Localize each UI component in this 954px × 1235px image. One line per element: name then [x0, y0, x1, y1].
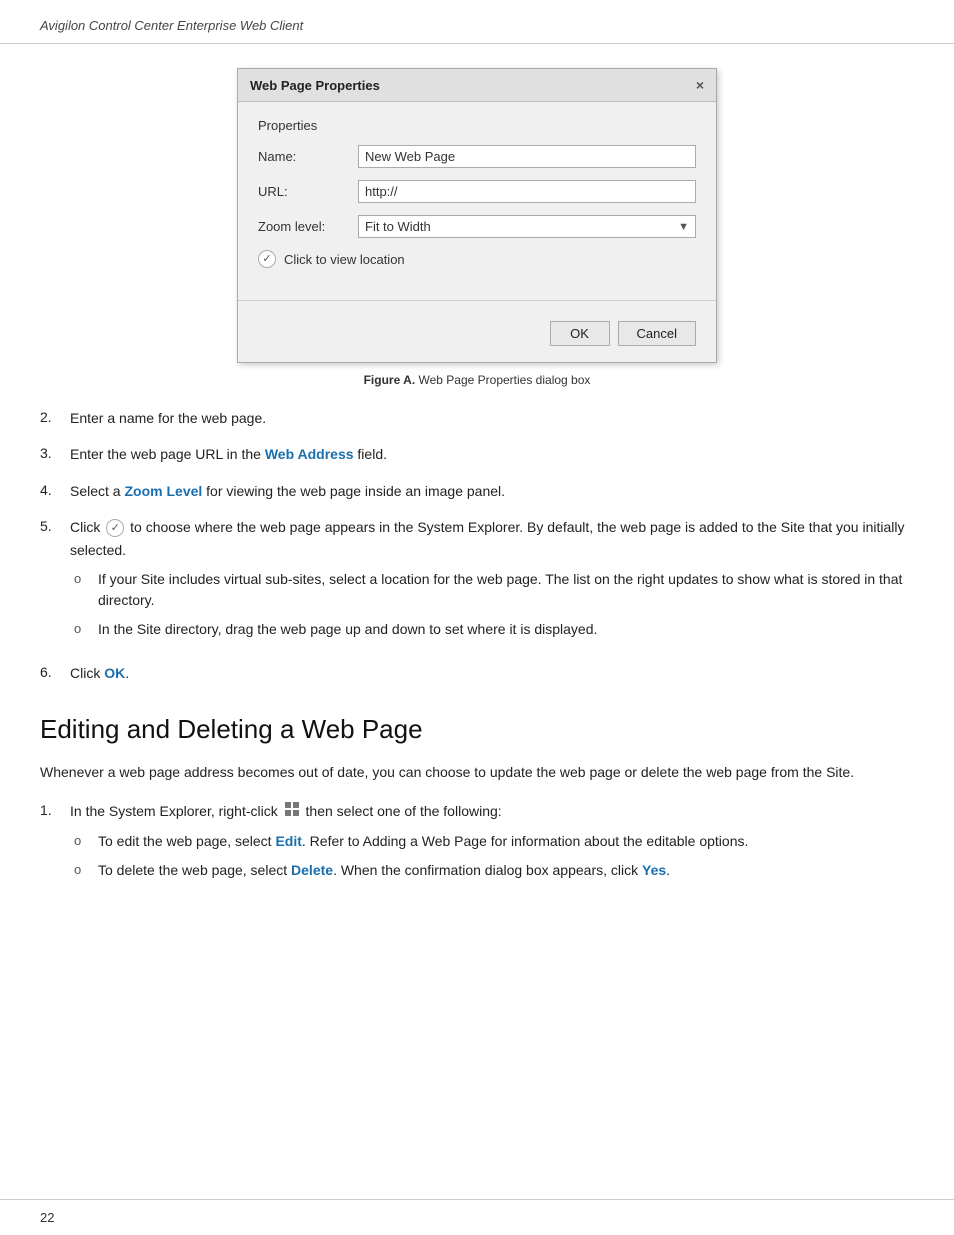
dialog-title: Web Page Properties [250, 78, 380, 93]
steps-list: 2. Enter a name for the web page. 3. Ent… [40, 407, 914, 684]
dialog-separator [238, 300, 716, 301]
step-3-num: 3. [40, 443, 70, 465]
section-sub-bullet-2: o [70, 860, 98, 881]
dialog-wrapper: Web Page Properties × Properties Name: U… [40, 68, 914, 363]
section-step-1: 1. In the System Explorer, right-click t… [40, 800, 914, 889]
delete-link[interactable]: Delete [291, 862, 333, 878]
step-5-content: Click ✓ to choose where the web page app… [70, 516, 914, 648]
name-field-row: Name: [258, 145, 696, 168]
step-5-sublist: o If your Site includes virtual sub-site… [70, 569, 914, 640]
url-label: URL: [258, 184, 358, 199]
location-row: ✓ Click to view location [258, 250, 696, 268]
step-2: 2. Enter a name for the web page. [40, 407, 914, 429]
name-input[interactable] [358, 145, 696, 168]
section-sub-2: o To delete the web page, select Delete.… [70, 860, 914, 881]
page-number: 22 [40, 1210, 54, 1225]
name-label: Name: [258, 149, 358, 164]
step-6: 6. Click OK. [40, 662, 914, 684]
section-intro: Whenever a web page address becomes out … [40, 761, 914, 783]
figure-caption-prefix: Figure A. [364, 373, 416, 387]
page-footer: 22 [0, 1199, 954, 1235]
section-sub-2-content: To delete the web page, select Delete. W… [98, 860, 914, 881]
zoom-level-link[interactable]: Zoom Level [124, 483, 202, 499]
step-4-num: 4. [40, 480, 70, 502]
main-content: Web Page Properties × Properties Name: U… [0, 44, 954, 943]
step-2-num: 2. [40, 407, 70, 429]
url-input[interactable] [358, 180, 696, 203]
url-field-row: URL: [258, 180, 696, 203]
cancel-button[interactable]: Cancel [618, 321, 696, 346]
step-3: 3. Enter the web page URL in the Web Add… [40, 443, 914, 465]
step-3-content: Enter the web page URL in the Web Addres… [70, 443, 914, 465]
chevron-circle-icon[interactable]: ✓ [106, 519, 124, 537]
dropdown-arrow-icon: ▼ [678, 221, 689, 233]
grid-icon [284, 801, 300, 823]
section-step-1-sublist: o To edit the web page, select Edit. Ref… [70, 831, 914, 881]
zoom-field-row: Zoom level: Fit to Width ▼ [258, 215, 696, 238]
step-2-content: Enter a name for the web page. [70, 407, 914, 429]
zoom-select[interactable]: Fit to Width ▼ [358, 215, 696, 238]
dialog-box: Web Page Properties × Properties Name: U… [237, 68, 717, 363]
sub-bullet-1: o [70, 569, 98, 611]
ok-button[interactable]: OK [550, 321, 610, 346]
step-5-sub-2: o In the Site directory, drag the web pa… [70, 619, 914, 640]
edit-link[interactable]: Edit [275, 833, 301, 849]
location-chevron-icon[interactable]: ✓ [258, 250, 276, 268]
figure-caption-text: Web Page Properties dialog box [419, 373, 591, 387]
section-sub-bullet-1: o [70, 831, 98, 852]
figure-caption: Figure A. Web Page Properties dialog box [40, 373, 914, 387]
dialog-close-button[interactable]: × [696, 77, 704, 93]
dialog-body: Properties Name: URL: Zoom level: Fit to… [238, 102, 716, 292]
dialog-footer: OK Cancel [238, 313, 716, 362]
step-6-num: 6. [40, 662, 70, 684]
zoom-value: Fit to Width [365, 219, 431, 234]
section-step-1-num: 1. [40, 800, 70, 889]
step-4-content: Select a Zoom Level for viewing the web … [70, 480, 914, 502]
dialog-titlebar: Web Page Properties × [238, 69, 716, 102]
section-step-1-content: In the System Explorer, right-click then… [70, 800, 914, 889]
dialog-section-label: Properties [258, 118, 696, 133]
page-header: Avigilon Control Center Enterprise Web C… [0, 0, 954, 44]
section-steps-list: 1. In the System Explorer, right-click t… [40, 800, 914, 889]
step-5-sub-1-content: If your Site includes virtual sub-sites,… [98, 569, 914, 611]
web-address-link[interactable]: Web Address [265, 446, 354, 462]
location-text: Click to view location [284, 252, 405, 267]
header-title: Avigilon Control Center Enterprise Web C… [40, 18, 303, 33]
ok-link[interactable]: OK [104, 665, 125, 681]
section-heading: Editing and Deleting a Web Page [40, 714, 914, 745]
step-4: 4. Select a Zoom Level for viewing the w… [40, 480, 914, 502]
section-sub-1-content: To edit the web page, select Edit. Refer… [98, 831, 914, 852]
section-sub-1: o To edit the web page, select Edit. Ref… [70, 831, 914, 852]
step-6-content: Click OK. [70, 662, 914, 684]
zoom-label: Zoom level: [258, 219, 358, 234]
step-5-num: 5. [40, 516, 70, 648]
step-5-sub-2-content: In the Site directory, drag the web page… [98, 619, 914, 640]
sub-bullet-2: o [70, 619, 98, 640]
yes-link[interactable]: Yes [642, 862, 666, 878]
step-5-sub-1: o If your Site includes virtual sub-site… [70, 569, 914, 611]
step-5: 5. Click ✓ to choose where the web page … [40, 516, 914, 648]
